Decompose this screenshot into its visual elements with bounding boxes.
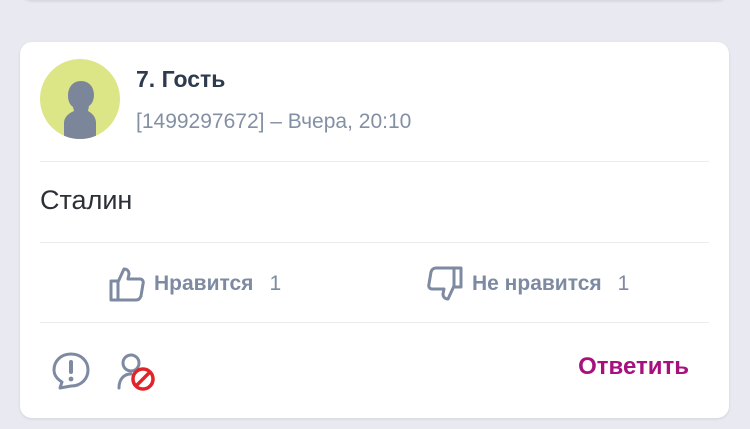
comment-author: 7. Гость — [136, 66, 226, 92]
divider — [40, 161, 709, 162]
dislike-count: 1 — [617, 272, 630, 295]
reply-button[interactable]: Ответить — [578, 353, 689, 381]
avatar — [40, 59, 120, 139]
thumbs-down-icon — [427, 266, 463, 301]
block-user-button[interactable] — [116, 352, 156, 392]
comment-text: Сталин — [40, 185, 133, 215]
dislike-button[interactable]: Не нравится 1 — [426, 264, 629, 304]
like-count: 1 — [269, 272, 282, 295]
comment-card: 7. Гость [1499297672] – Вчера, 20:10 Ста… — [20, 42, 729, 418]
user-silhouette-icon — [64, 81, 96, 139]
exclamation-circle-icon — [52, 352, 90, 390]
divider — [40, 322, 709, 323]
divider — [40, 242, 709, 243]
thumbs-up-icon — [109, 267, 145, 302]
like-button[interactable]: Нравится 1 — [108, 264, 281, 304]
like-label: Нравится — [154, 272, 254, 295]
block-user-icon — [117, 353, 155, 391]
report-button[interactable] — [52, 352, 90, 390]
dislike-label: Не нравится — [472, 272, 602, 295]
comment-meta: [1499297672] – Вчера, 20:10 — [136, 110, 412, 133]
